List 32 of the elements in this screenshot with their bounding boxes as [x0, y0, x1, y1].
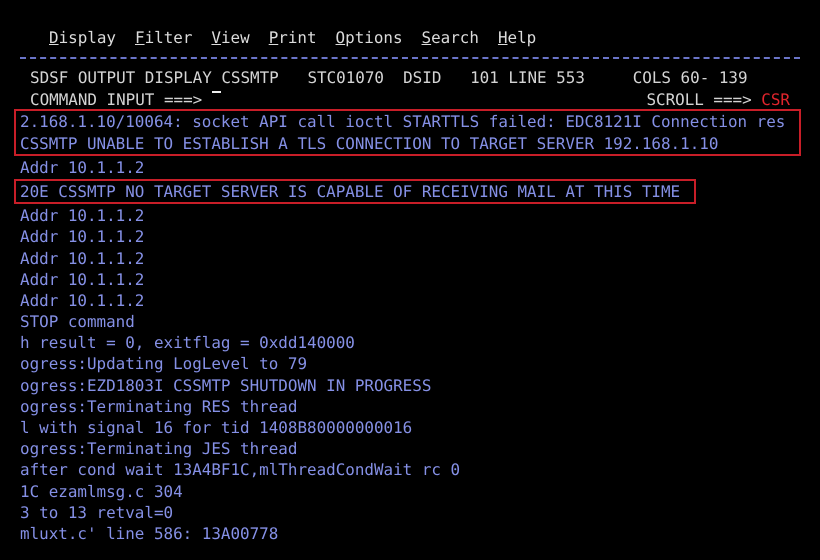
- log-line: 20E CSSMTP NO TARGET SERVER IS CAPABLE OF RECEIVING MAIL AT THIS TIME: [20, 180, 680, 202]
- scroll-label: SCROLL ===>: [646, 90, 752, 110]
- log-line: ogress:Updating LogLevel to 79: [20, 353, 308, 375]
- log-line: Addr 10.1.1.2: [20, 205, 146, 226]
- log-line: h result = 0, exitflag = 0xdd140000: [20, 332, 356, 354]
- log-line: after cond wait 13A4BF1C,mlThreadCondWait rc 0: [20, 459, 462, 481]
- text-cursor[interactable]: [212, 91, 222, 94]
- log-line: Addr 10.1.1.2: [20, 248, 146, 269]
- log-line: 1C ezamlmsg.c 304: [20, 480, 184, 502]
- log-line: Addr 10.1.1.2: [20, 226, 146, 248]
- log-line: CSSMTP UNABLE TO ESTABLISH A TLS CONNECTION TO TARGET SERVER 192.168.1.10: [20, 132, 720, 154]
- scroll-value[interactable]: CSR: [761, 90, 790, 110]
- log-line: ogress:Terminating JES thread: [20, 438, 298, 460]
- log-line: Addr 10.1.1.2: [20, 156, 146, 178]
- log-line: Addr 10.1.1.2: [20, 290, 146, 312]
- log-line: ogress:EZD1803I CSSMTP SHUTDOWN IN PROGRESS: [20, 374, 432, 396]
- log-line: mluxt.c' line 586: 13A00778: [20, 522, 280, 544]
- log-line: 2.168.1.10/10064: socket API call ioctl STARTTLS failed: EDC8121I Connection res: [20, 111, 786, 133]
- menu-item[interactable]: Display: [49, 28, 116, 46]
- menu-item[interactable]: Help: [498, 28, 536, 46]
- menu-item[interactable]: Print: [268, 28, 317, 46]
- menu-item[interactable]: Filter: [134, 28, 192, 46]
- log-line: Addr 10.1.1.2: [20, 268, 146, 290]
- log-line: ogress:Terminating RES thread: [20, 396, 298, 417]
- log-line: STOP command: [20, 311, 136, 332]
- command-label: COMMAND INPUT ===>: [30, 90, 202, 110]
- log-line: l with signal 16 for tid 1408B80000000016: [20, 417, 414, 438]
- menu-item[interactable]: Search: [422, 28, 479, 46]
- menu-item[interactable]: Options: [336, 28, 403, 46]
- panel-title: SDSF OUTPUT DISPLAY CSSMTP STC01070 DSID 101 LINE 553 COLS 60- 139: [30, 68, 748, 88]
- menu-item[interactable]: View: [211, 28, 250, 46]
- log-line: 3 to 13 retval=0: [20, 502, 174, 523]
